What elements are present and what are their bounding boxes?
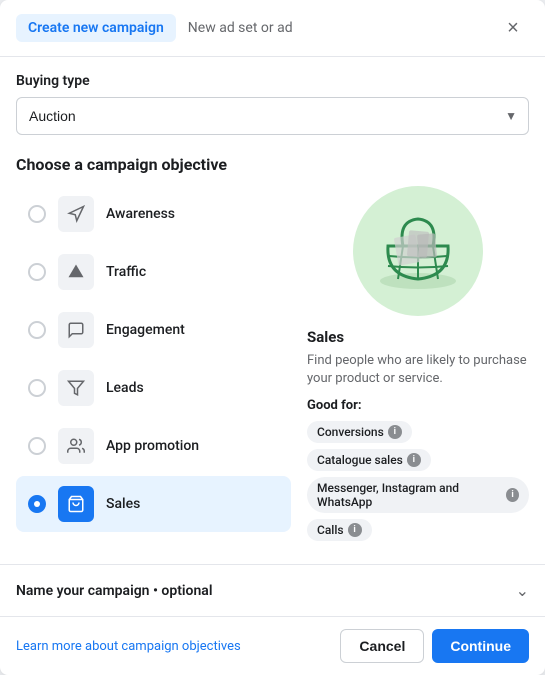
radio-app-promotion: [28, 437, 46, 455]
modal-footer-section: Name your campaign • optional ⌄ Learn mo…: [0, 564, 545, 675]
sales-label: Sales: [106, 496, 140, 512]
tab-create-campaign[interactable]: Create new campaign: [16, 14, 176, 42]
tag-calls-label: Calls: [317, 523, 344, 537]
radio-awareness: [28, 205, 46, 223]
engagement-label: Engagement: [106, 322, 185, 338]
objectives-list: Awareness Traffic: [16, 186, 291, 564]
app-promotion-icon: [58, 428, 94, 464]
buying-type-select[interactable]: Auction Reach and frequency: [16, 97, 529, 135]
radio-engagement: [28, 321, 46, 339]
detail-panel: Sales Find people who are likely to purc…: [307, 186, 529, 564]
learn-more-link[interactable]: Learn more about campaign objectives: [16, 639, 241, 654]
detail-description: Find people who are likely to purchase y…: [307, 352, 529, 388]
tab-new-ad-set[interactable]: New ad set or ad: [176, 14, 305, 42]
objective-item-leads[interactable]: Leads: [16, 360, 291, 416]
radio-sales: [28, 495, 46, 513]
app-promotion-label: App promotion: [106, 438, 199, 454]
section-title: Choose a campaign objective: [16, 155, 529, 174]
create-campaign-modal: Create new campaign New ad set or ad × B…: [0, 0, 545, 675]
tag-calls: Calls i: [307, 519, 372, 541]
content-area: Awareness Traffic: [16, 186, 529, 564]
tag-catalogue-sales: Catalogue sales i: [307, 449, 431, 471]
good-for-label: Good for:: [307, 398, 529, 413]
awareness-label: Awareness: [106, 206, 175, 222]
close-button[interactable]: ×: [497, 12, 529, 44]
tag-conversions-label: Conversions: [317, 425, 384, 439]
objective-item-awareness[interactable]: Awareness: [16, 186, 291, 242]
radio-leads: [28, 379, 46, 397]
name-campaign-bar[interactable]: Name your campaign • optional ⌄: [0, 564, 545, 616]
tag-messenger-label: Messenger, Instagram and WhatsApp: [317, 481, 502, 509]
footer-buttons: Cancel Continue: [340, 629, 529, 663]
tag-conversions: Conversions i: [307, 421, 412, 443]
tags-list: Conversions i Catalogue sales i Messenge…: [307, 421, 529, 541]
buying-type-select-wrapper: Auction Reach and frequency ▼: [16, 97, 529, 135]
info-icon-conversions[interactable]: i: [388, 425, 402, 439]
leads-label: Leads: [106, 380, 144, 396]
continue-button[interactable]: Continue: [432, 629, 529, 663]
cancel-button[interactable]: Cancel: [340, 629, 424, 663]
info-icon-messenger[interactable]: i: [506, 488, 519, 502]
tag-messenger: Messenger, Instagram and WhatsApp i: [307, 477, 529, 513]
traffic-icon: [58, 254, 94, 290]
radio-traffic: [28, 263, 46, 281]
name-campaign-text: Name your campaign • optional: [16, 583, 212, 599]
objective-item-engagement[interactable]: Engagement: [16, 302, 291, 358]
sales-icon: [58, 486, 94, 522]
leads-icon: [58, 370, 94, 406]
objective-item-sales[interactable]: Sales: [16, 476, 291, 532]
awareness-icon: [58, 196, 94, 232]
detail-title: Sales: [307, 328, 529, 346]
traffic-label: Traffic: [106, 264, 146, 280]
objective-item-app-promotion[interactable]: App promotion: [16, 418, 291, 474]
sales-illustration: [353, 186, 483, 316]
chevron-down-icon: ⌄: [516, 581, 529, 600]
objective-item-traffic[interactable]: Traffic: [16, 244, 291, 300]
tag-catalogue-label: Catalogue sales: [317, 453, 403, 467]
modal-footer: Learn more about campaign objectives Can…: [0, 616, 545, 675]
buying-type-label: Buying type: [16, 73, 529, 89]
modal-header: Create new campaign New ad set or ad ×: [0, 0, 545, 57]
engagement-icon: [58, 312, 94, 348]
info-icon-catalogue[interactable]: i: [407, 453, 421, 467]
info-icon-calls[interactable]: i: [348, 523, 362, 537]
modal-body: Buying type Auction Reach and frequency …: [0, 57, 545, 564]
